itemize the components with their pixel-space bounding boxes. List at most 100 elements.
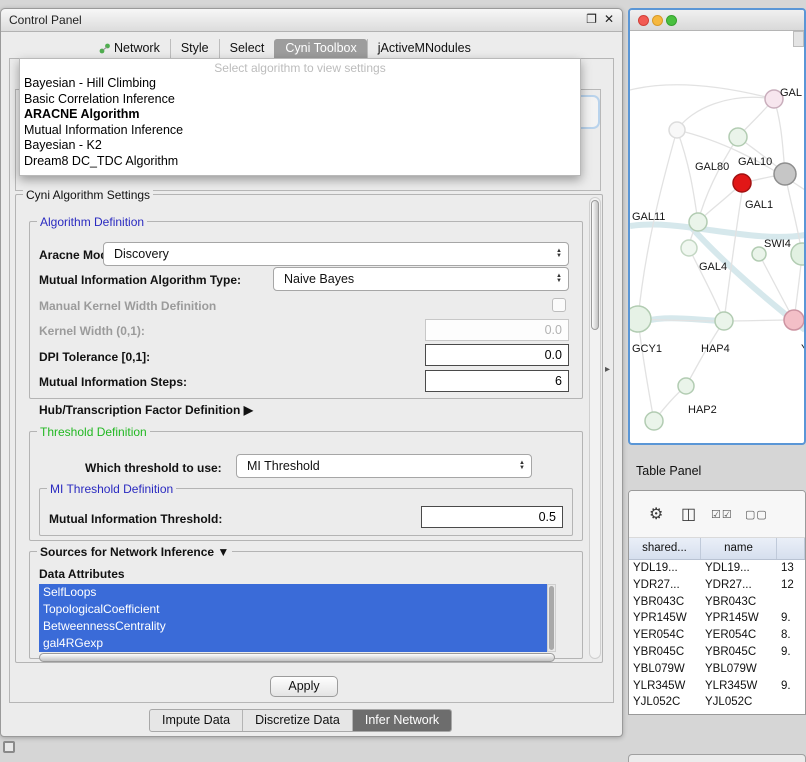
- column-header-2[interactable]: [777, 538, 805, 559]
- settings-scrollbar[interactable]: [589, 197, 601, 659]
- dpi-tolerance-label: DPI Tolerance [0,1]:: [39, 350, 150, 364]
- table-cell: [777, 594, 805, 611]
- sources-toggle[interactable]: Sources for Network Inference ▼: [37, 545, 232, 559]
- attribute-item-topologicalcoefficient[interactable]: TopologicalCoefficient: [39, 601, 547, 618]
- clear-checkboxes-icon[interactable]: ▢▢: [745, 508, 768, 521]
- network-node[interactable]: [689, 213, 707, 231]
- combo-stepper-icon: ▲▼: [556, 249, 562, 259]
- desktop: Control Panel ❐ ✕ NetworkStyleSelect Cyni…: [0, 0, 806, 762]
- network-node[interactable]: [669, 122, 685, 138]
- mi-threshold-input[interactable]: [421, 506, 563, 528]
- table-row[interactable]: YDL19...YDL19...13: [629, 560, 805, 577]
- minimize-traffic-light-icon[interactable]: [652, 15, 663, 26]
- tab-style[interactable]: Style: [170, 39, 219, 58]
- algorithm-option-bayesian-hill-climbing[interactable]: Bayesian - Hill Climbing: [20, 76, 580, 92]
- mi-algorithm-type-label: Mutual Information Algorithm Type:: [39, 273, 241, 287]
- attributes-list-scrollbar-thumb[interactable]: [549, 586, 554, 650]
- tab-network[interactable]: Network: [89, 39, 170, 58]
- settings-scrollbar-thumb[interactable]: [591, 200, 599, 330]
- table-cell: [777, 694, 805, 711]
- algorithm-definition-title: Algorithm Definition: [37, 215, 147, 229]
- kernel-width-input[interactable]: [425, 319, 569, 341]
- gear-icon[interactable]: ⚙: [649, 504, 663, 524]
- table-cell: YDR27...: [629, 577, 701, 594]
- collapse-arrow-icon[interactable]: ▼: [217, 545, 229, 559]
- manual-kernel-checkbox[interactable]: [552, 298, 566, 312]
- tab-label: Cyni Toolbox: [285, 39, 356, 58]
- close-window-icon[interactable]: ✕: [604, 12, 614, 26]
- node-label: GAL11: [632, 211, 665, 223]
- float-window-icon[interactable]: ❐: [586, 12, 597, 26]
- algorithm-option-dream8-dc-tdc-algorithm[interactable]: Dream8 DC_TDC Algorithm: [20, 154, 580, 170]
- attribute-item-betweennesscentrality[interactable]: BetweennessCentrality: [39, 618, 547, 635]
- network-node[interactable]: [645, 412, 663, 430]
- threshold-type-combo[interactable]: MI Threshold ▲▼: [236, 454, 532, 478]
- table-cell: 13: [777, 560, 805, 577]
- table-cell: YJL052C: [701, 694, 777, 711]
- expand-arrow-icon[interactable]: ▶: [244, 403, 253, 417]
- mi-steps-input[interactable]: [425, 370, 569, 392]
- tab-cyni-toolbox[interactable]: Cyni Toolbox: [274, 39, 366, 58]
- mi-algorithm-type-combo[interactable]: Naive Bayes ▲▼: [273, 267, 569, 291]
- network-edge: [698, 137, 738, 222]
- network-canvas[interactable]: GALGAL80GAL10GAL1GAL11SWI4GAL4GCY1HAP4YH…: [630, 30, 805, 444]
- bottom-tab-impute-data[interactable]: Impute Data: [150, 710, 242, 731]
- tab-jactivemnodules[interactable]: jActiveMNodules: [367, 39, 481, 58]
- data-attributes-list[interactable]: SelfLoopsTopologicalCoefficientBetweenne…: [39, 584, 547, 652]
- node-label: GAL80: [695, 161, 729, 173]
- network-node[interactable]: [791, 243, 805, 265]
- table-cell: 9.: [777, 678, 805, 695]
- table-row[interactable]: YBR045CYBR045C9.: [629, 644, 805, 661]
- zoom-traffic-light-icon[interactable]: [666, 15, 677, 26]
- column-header-name[interactable]: name: [701, 538, 777, 559]
- tab-select[interactable]: Select: [219, 39, 275, 58]
- node-label: GCY1: [632, 343, 662, 355]
- aracne-mode-combo[interactable]: Discovery ▲▼: [103, 242, 569, 266]
- collapsed-panel-icon[interactable]: [3, 741, 15, 753]
- node-label: GAL1: [745, 199, 773, 211]
- table-row[interactable]: YPR145WYPR145W9.: [629, 610, 805, 627]
- algorithm-option-basic-correlation-inference[interactable]: Basic Correlation Inference: [20, 92, 580, 108]
- bottom-tab-discretize-data[interactable]: Discretize Data: [242, 710, 352, 731]
- table-row[interactable]: YDR27...YDR27...12: [629, 577, 805, 594]
- algorithm-option-aracne-algorithm[interactable]: ARACNE Algorithm: [20, 107, 580, 123]
- table-row[interactable]: YLR345WYLR345W9.: [629, 678, 805, 695]
- hub-definition-toggle[interactable]: Hub/Transcription Factor Definition ▶: [39, 403, 253, 417]
- apply-button[interactable]: Apply: [270, 676, 338, 697]
- attribute-item-selfloops[interactable]: SelfLoops: [39, 584, 547, 601]
- column-header-shared[interactable]: shared...: [629, 538, 701, 559]
- panel-splitter-arrow-icon[interactable]: ▸: [605, 364, 610, 375]
- network-view-window[interactable]: GALGAL80GAL10GAL1GAL11SWI4GAL4GCY1HAP4YH…: [628, 8, 806, 445]
- bottom-panel-edge: [628, 754, 806, 762]
- columns-icon[interactable]: ◫: [681, 504, 696, 524]
- network-node[interactable]: [733, 174, 751, 192]
- algorithm-option-bayesian-k2[interactable]: Bayesian - K2: [20, 138, 580, 154]
- bottom-tab-infer-network[interactable]: Infer Network: [352, 710, 451, 731]
- close-traffic-light-icon[interactable]: [638, 15, 649, 26]
- network-node[interactable]: [681, 240, 697, 256]
- table-row[interactable]: YJL052CYJL052C: [629, 694, 805, 711]
- network-node[interactable]: [678, 378, 694, 394]
- table-cell: YDR27...: [701, 577, 777, 594]
- network-node[interactable]: [774, 163, 796, 185]
- threshold-type-value: MI Threshold: [247, 459, 320, 473]
- network-node[interactable]: [729, 128, 747, 146]
- table-row[interactable]: YBR043CYBR043C: [629, 594, 805, 611]
- control-panel-titlebar[interactable]: Control Panel ❐ ✕: [1, 9, 622, 32]
- network-node[interactable]: [715, 312, 733, 330]
- network-node[interactable]: [630, 306, 651, 332]
- attribute-item-gal4rgexp[interactable]: gal4RGexp: [39, 635, 547, 652]
- algorithm-option-mutual-information-inference[interactable]: Mutual Information Inference: [20, 123, 580, 139]
- dpi-tolerance-input[interactable]: [425, 344, 569, 366]
- table-row[interactable]: YBL079WYBL079W: [629, 661, 805, 678]
- table-cell: 9.: [777, 644, 805, 661]
- network-window-titlebar[interactable]: [630, 10, 804, 31]
- data-attributes-label: Data Attributes: [39, 567, 125, 581]
- select-all-checkboxes-icon[interactable]: ☑☑: [711, 508, 733, 521]
- sources-title: Sources for Network Inference: [40, 545, 214, 559]
- network-node[interactable]: [784, 310, 804, 330]
- node-label: HAP4: [701, 343, 730, 355]
- table-row[interactable]: YER054CYER054C8.: [629, 627, 805, 644]
- attributes-list-hscrollbar-thumb[interactable]: [39, 653, 555, 662]
- attributes-list-scrollbar[interactable]: [547, 584, 556, 652]
